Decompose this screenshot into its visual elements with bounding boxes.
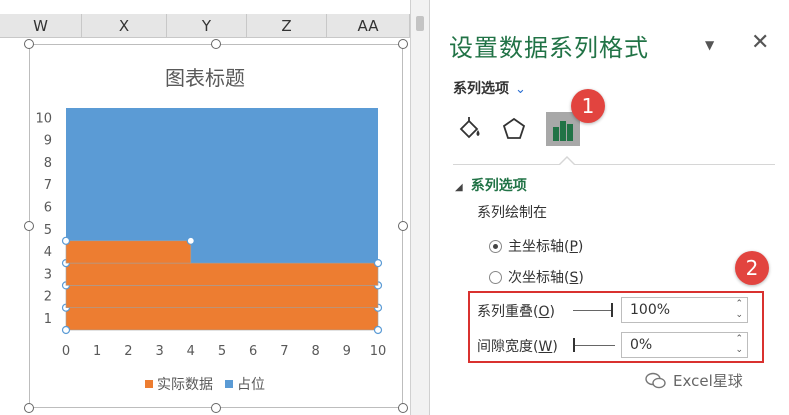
gap-width-value: 0%: [630, 337, 653, 353]
y-tick-label: 10: [35, 111, 52, 126]
primary-axis-label-end: ): [577, 239, 584, 255]
wechat-icon: [645, 372, 666, 388]
x-tick-label: 6: [249, 344, 257, 359]
legend-item-actual: 实际数据: [145, 374, 213, 394]
bar-actual-1[interactable]: [65, 285, 379, 308]
format-data-series-pane: 设置数据系列格式 ▼ ✕ 系列选项 ⌄ ◢ 系列选项 系列绘制在 主坐标轴(P): [431, 0, 789, 415]
gap-width-label-end: ): [552, 339, 558, 355]
gap-width-key: W: [538, 339, 553, 355]
chart-legend[interactable]: 实际数据 占位: [0, 374, 410, 394]
secondary-axis-label: 次坐标轴(S): [508, 267, 584, 287]
legend-label-actual: 实际数据: [157, 377, 213, 393]
series-overlap-label: 系列重叠(O): [477, 301, 555, 321]
x-tick-label: 9: [343, 344, 351, 359]
close-icon[interactable]: ✕: [751, 30, 769, 55]
bar-handle: [373, 325, 383, 335]
legend-item-placeholder: 占位: [225, 374, 265, 394]
paint-bucket-icon: [459, 117, 480, 139]
x-tick-label: 4: [187, 344, 195, 359]
primary-axis-key: P: [569, 239, 578, 255]
gap-width-input[interactable]: 0% ⌃ ⌄: [621, 332, 748, 358]
series-options-label: 系列选项: [453, 81, 509, 97]
y-tick-label: 7: [44, 178, 52, 193]
y-tick-label: 9: [44, 134, 52, 149]
chart-plot: 1 2 3 4 5 6 7 8 9 10 0 1 2 3 4 5 6 7 8 9 10: [35, 108, 387, 359]
spin-down-icon[interactable]: ⌄: [735, 310, 743, 321]
pentagon-icon: [502, 117, 526, 139]
x-tick-label: 2: [124, 344, 132, 359]
y-tick-label: 4: [44, 245, 52, 260]
pane-options-dropdown-icon[interactable]: ▼: [705, 38, 714, 52]
series-overlap-slider-track[interactable]: [573, 310, 613, 311]
watermark-text: Excel星球: [673, 372, 743, 390]
spin-down-icon[interactable]: ⌄: [735, 345, 743, 356]
series-overlap-input[interactable]: 100% ⌃ ⌄: [621, 297, 748, 323]
annotation-badge-2: 2: [735, 251, 769, 285]
y-tick-label: 8: [44, 156, 52, 171]
section-series-options[interactable]: ◢ 系列选项: [455, 175, 527, 195]
series-overlap-label-text: 系列重叠(: [477, 304, 539, 320]
gap-width-label: 间隙宽度(W): [477, 336, 558, 356]
vertical-scrollbar[interactable]: [410, 0, 430, 415]
secondary-axis-label-text: 次坐标轴(: [508, 270, 570, 286]
x-tick-label: 10: [370, 344, 387, 359]
x-tick-label: 3: [155, 344, 163, 359]
spin-up-icon[interactable]: ⌃: [735, 299, 743, 310]
section-title: 系列选项: [470, 178, 527, 194]
spin-up-icon[interactable]: ⌃: [735, 334, 743, 345]
series-options-dropdown[interactable]: 系列选项 ⌄: [453, 78, 526, 98]
bar-chart-icon: [553, 121, 573, 141]
tab-pointer-inner: [560, 158, 574, 165]
bar-actual-2[interactable]: [65, 262, 379, 286]
plot-series-on-label: 系列绘制在: [477, 205, 547, 221]
bar-actual-0[interactable]: [65, 307, 379, 331]
radio-secondary-axis[interactable]: 次坐标轴(S): [489, 267, 584, 287]
gap-width-spinner[interactable]: ⌃ ⌄: [735, 334, 743, 356]
bar-handle: [61, 325, 71, 335]
gap-width-label-text: 间隙宽度(: [477, 339, 539, 355]
collapse-triangle-icon: ◢: [455, 182, 463, 193]
y-tick-label: 1: [44, 312, 52, 327]
x-tick-label: 8: [311, 344, 319, 359]
secondary-axis-label-end: ): [578, 270, 584, 286]
y-tick-label: 5: [44, 223, 52, 238]
annotation-badge-1: 1: [571, 89, 605, 123]
x-tick-label: 0: [62, 344, 70, 359]
series-overlap-spinner[interactable]: ⌃ ⌄: [735, 299, 743, 321]
tab-divider: [453, 164, 775, 165]
primary-axis-label-text: 主坐标轴(: [508, 239, 570, 255]
tab-fill-line[interactable]: [453, 112, 487, 146]
chevron-down-icon: ⌄: [515, 82, 526, 97]
scrollbar-thumb[interactable]: [416, 16, 424, 31]
x-tick-label: 7: [280, 344, 288, 359]
gap-width-slider-track[interactable]: [575, 345, 615, 346]
radio-primary-axis-dot[interactable]: [489, 239, 502, 253]
series-overlap-slider-thumb[interactable]: [611, 303, 613, 317]
y-tick-label: 6: [44, 201, 52, 216]
tab-effects[interactable]: [497, 112, 531, 146]
spreadsheet-area: W X Y Z AA 图表标题 1 2 3 4 5 6 7 8 9 10 0 1 2 3 4 5 6 7 8 9 10 …: [0, 0, 410, 415]
legend-swatch-placeholder: [225, 380, 233, 388]
x-tick-label: 5: [218, 344, 226, 359]
pane-title: 设置数据系列格式: [449, 34, 649, 62]
bar-handle: [61, 236, 71, 245]
radio-primary-axis[interactable]: 主坐标轴(P): [489, 236, 583, 256]
bar-actual-3[interactable]: [65, 240, 192, 264]
y-tick-label: 2: [44, 290, 52, 305]
bar-handle: [373, 259, 383, 268]
radio-secondary-axis-dot[interactable]: [489, 270, 502, 284]
primary-axis-label: 主坐标轴(P): [508, 236, 583, 256]
bar-handle: [186, 236, 195, 245]
series-overlap-key: O: [538, 304, 550, 320]
legend-label-placeholder: 占位: [237, 377, 265, 393]
x-tick-label: 1: [93, 344, 101, 359]
y-tick-label: 3: [44, 267, 52, 282]
watermark: Excel星球: [645, 370, 743, 391]
series-overlap-value: 100%: [630, 302, 671, 318]
legend-swatch-actual: [145, 380, 153, 388]
series-overlap-label-end: ): [549, 304, 555, 320]
